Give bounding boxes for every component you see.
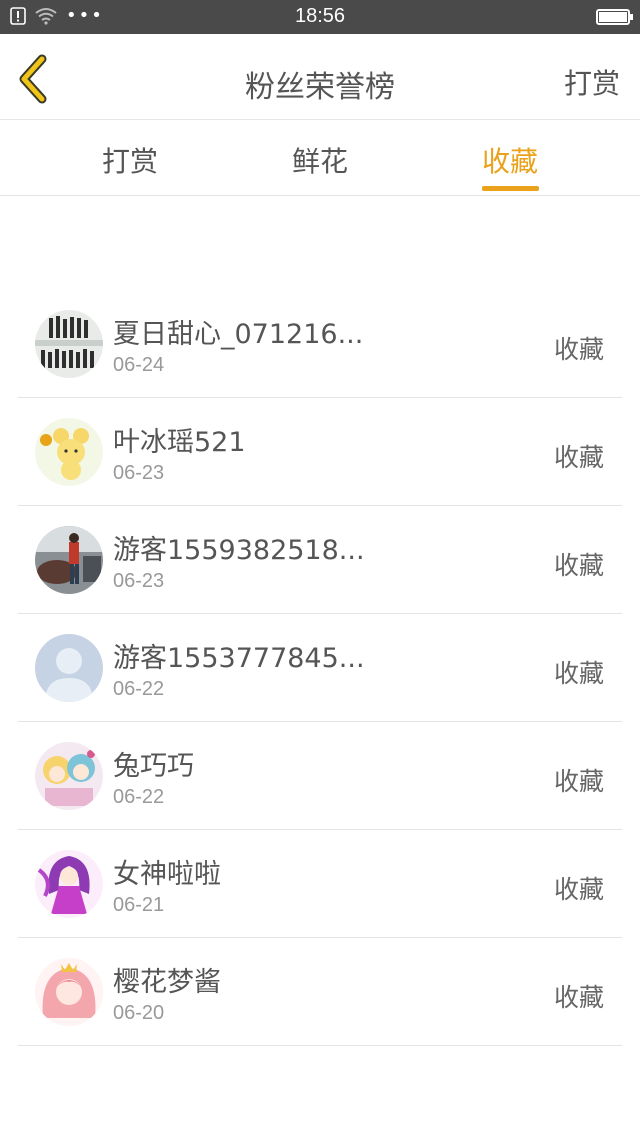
- user-name: 游客1553777845...: [113, 643, 365, 674]
- avatar: [35, 850, 103, 918]
- avatar: [35, 310, 103, 378]
- user-name: 叶冰瑶521: [113, 427, 246, 458]
- reward-button[interactable]: 打赏: [564, 62, 620, 102]
- action-label: 收藏: [553, 767, 604, 796]
- date: 06-22: [113, 678, 165, 700]
- clock: 18:56: [294, 5, 346, 27]
- street-photo-avatar-icon: [35, 526, 103, 594]
- user-name: 女神啦啦: [113, 859, 221, 890]
- user-name: 兔巧巧: [113, 751, 194, 782]
- anime-pink-avatar-icon: [35, 958, 103, 1026]
- avatar: [35, 742, 103, 810]
- user-name: 樱花梦酱: [113, 967, 221, 998]
- cartoon-mouse-avatar-icon: [35, 418, 103, 486]
- fan-list: 夏日甜心_071216... 06-24 收藏 叶冰瑶521 06-23 收藏: [18, 290, 622, 1046]
- list-item[interactable]: 游客1559382518... 06-23 收藏: [18, 506, 622, 614]
- action-label: 收藏: [553, 443, 604, 472]
- list-item[interactable]: 叶冰瑶521 06-23 收藏: [18, 398, 622, 506]
- action-label: 收藏: [553, 551, 604, 580]
- list-item[interactable]: 游客1553777845... 06-22 收藏: [18, 614, 622, 722]
- tab-bar: 打赏 鲜花 收藏: [0, 120, 640, 196]
- avatar: [35, 526, 103, 594]
- avatar: [35, 418, 103, 486]
- list-item[interactable]: 女神啦啦 06-21 收藏: [18, 830, 622, 938]
- date: 06-20: [113, 1002, 165, 1024]
- date: 06-21: [113, 894, 165, 916]
- active-tab-indicator: [482, 186, 539, 191]
- status-bar: ••• 18:56: [0, 0, 640, 34]
- app-header: 粉丝荣誉榜 打赏: [0, 34, 640, 120]
- list-item[interactable]: 兔巧巧 06-22 收藏: [18, 722, 622, 830]
- default-user-avatar-icon: [35, 634, 103, 702]
- action-label: 收藏: [553, 659, 604, 688]
- avatar: [35, 958, 103, 1026]
- action-label: 收藏: [553, 983, 604, 1012]
- group-photo-avatar-icon: [35, 310, 103, 378]
- tab-favorites[interactable]: 收藏: [450, 140, 570, 180]
- date: 06-24: [113, 354, 165, 376]
- action-label: 收藏: [553, 875, 604, 904]
- tab-reward[interactable]: 打赏: [70, 140, 190, 180]
- anime-purple-avatar-icon: [35, 850, 103, 918]
- user-name: 游客1559382518...: [113, 535, 365, 566]
- list-item[interactable]: 樱花梦酱 06-20 收藏: [18, 938, 622, 1046]
- page-title: 粉丝荣誉榜: [245, 70, 395, 105]
- avatar: [35, 634, 103, 702]
- date: 06-23: [113, 462, 165, 484]
- tab-flowers[interactable]: 鲜花: [260, 140, 380, 180]
- list-item[interactable]: 夏日甜心_071216... 06-24 收藏: [18, 290, 622, 398]
- action-label: 收藏: [553, 335, 604, 364]
- date: 06-23: [113, 570, 165, 592]
- date: 06-22: [113, 786, 165, 808]
- user-name: 夏日甜心_071216...: [113, 319, 364, 350]
- battery-icon: [596, 9, 633, 25]
- anime-girls-avatar-icon: [35, 742, 103, 810]
